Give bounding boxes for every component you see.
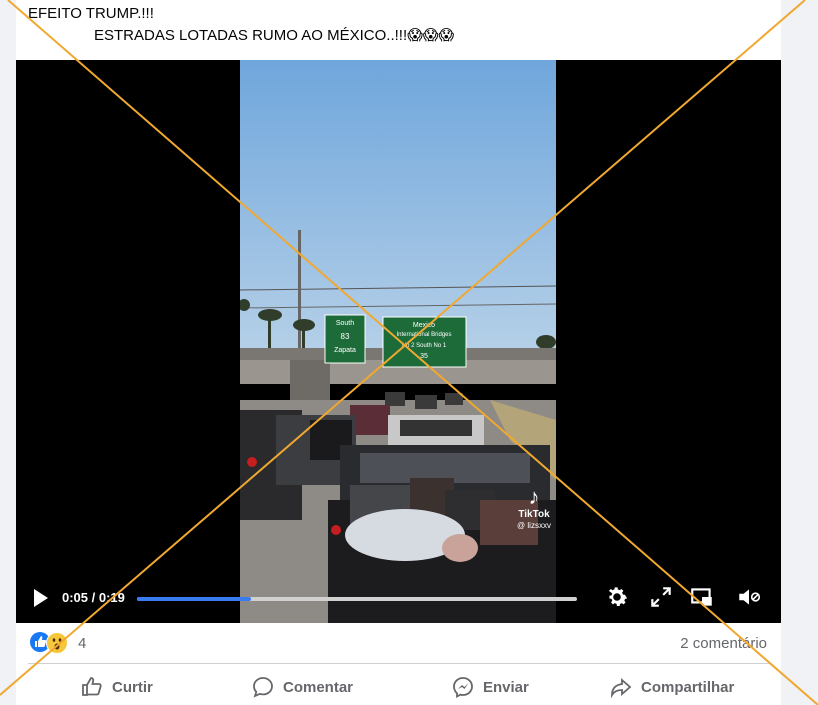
comments-count[interactable]: 2 comentário [680, 634, 767, 654]
sign-right-line3: No 2 South No 1 [402, 343, 447, 349]
tiktok-brand: TikTok [518, 509, 550, 520]
cast-icon [691, 588, 712, 606]
thumbs-up-icon [82, 677, 102, 696]
share-icon [611, 678, 632, 699]
sign-right-line2: International Bridges [396, 332, 451, 338]
comment-label: Comentar [283, 678, 354, 696]
sign-right-route: 35 [420, 353, 428, 360]
like-label: Curtir [112, 678, 153, 696]
play-icon [34, 589, 48, 607]
progress-fill [137, 597, 252, 601]
post-text-line-2: ESTRADAS LOTADAS RUMO AO MÉXICO..!!!😱😱😱 [94, 27, 455, 44]
comment-icon [253, 677, 273, 698]
fullscreen-button[interactable] [648, 584, 674, 610]
post-text-line-1: EFEITO TRUMP.!!! [28, 5, 154, 22]
progress-bar[interactable] [137, 597, 577, 601]
play-button[interactable] [32, 587, 50, 609]
sign-right-line1: Mexico [413, 322, 435, 329]
tiktok-user: @ lizsxxv [517, 521, 551, 530]
divider [28, 663, 769, 664]
like-button[interactable]: Curtir [80, 670, 153, 704]
volume-muted-icon [739, 589, 761, 605]
settings-icon [608, 587, 628, 606]
send-label: Enviar [483, 678, 529, 696]
cast-button[interactable] [689, 584, 715, 610]
sign-left-route: 83 [341, 332, 350, 341]
sign-left-line1: South [336, 320, 354, 327]
settings-button[interactable] [604, 584, 630, 610]
share-label: Compartilhar [641, 678, 735, 696]
post-card: EFEITO TRUMP.!!! ESTRADAS LOTADAS RUMO A… [16, 0, 781, 705]
post-text: EFEITO TRUMP.!!! ESTRADAS LOTADAS RUMO A… [28, 3, 768, 47]
fullscreen-icon [651, 587, 671, 607]
video-frame-image: South 83 Zapata Mexico International Bri… [240, 60, 556, 623]
video-controls: 0:05 / 0:19 [16, 573, 781, 623]
sign-left-line3: Zapata [334, 347, 356, 354]
comment-button[interactable]: Comentar [251, 670, 353, 704]
tiktok-watermark: ♪ TikTok @ lizsxxv [512, 485, 556, 531]
wow-icon [46, 632, 68, 654]
video-frame[interactable]: South 83 Zapata Mexico International Bri… [240, 60, 556, 623]
send-button[interactable]: Enviar [451, 670, 529, 704]
reaction-count: 4 [78, 635, 87, 652]
video-player[interactable]: South 83 Zapata Mexico International Bri… [16, 60, 781, 623]
time-display: 0:05 / 0:19 [62, 590, 125, 605]
share-button[interactable]: Compartilhar [609, 670, 734, 704]
tiktok-icon: ♪ [528, 484, 540, 509]
volume-button[interactable] [736, 584, 762, 610]
messenger-icon [453, 677, 473, 699]
